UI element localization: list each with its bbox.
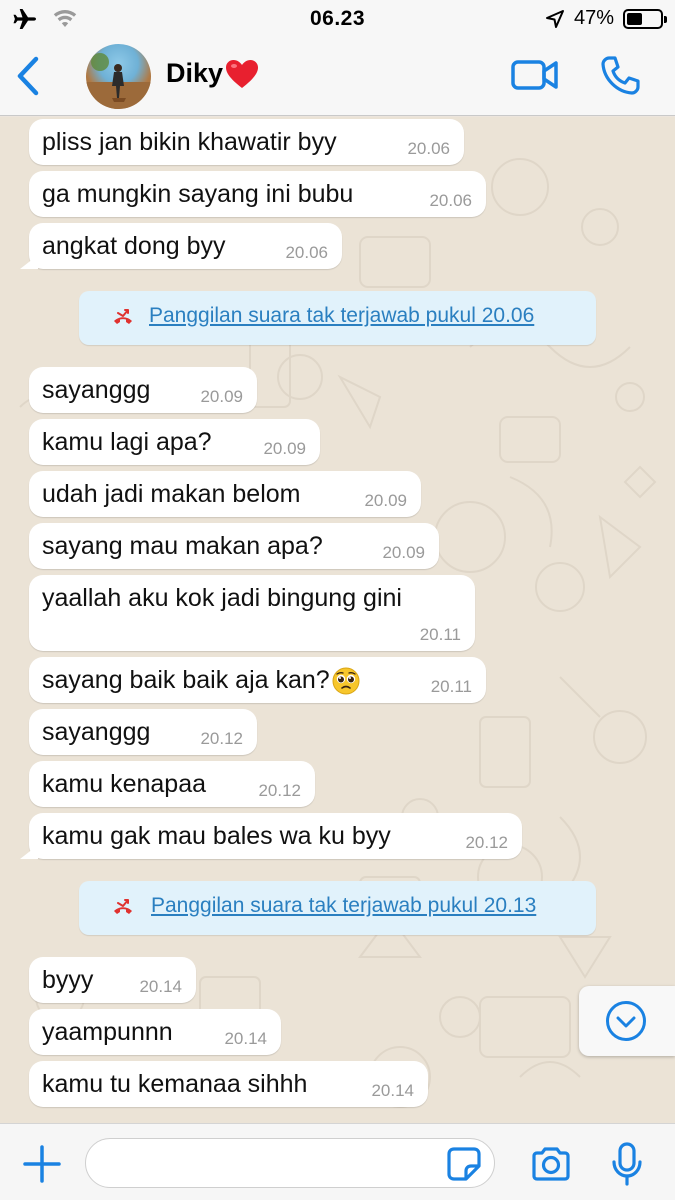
message-bubble[interactable]: kamu kenapaa 20.12 (29, 761, 315, 807)
message-time: 20.09 (364, 491, 407, 510)
back-button[interactable] (14, 54, 44, 98)
contact-name[interactable]: Diky (166, 58, 259, 89)
message-text-with-emoji: sayang baik baik aja kan? (42, 666, 360, 695)
message-text: sayanggg (42, 718, 151, 746)
message-text: kamu kenapaa (42, 770, 207, 798)
battery-icon (623, 8, 667, 29)
message-text: angkat dong byy (42, 232, 226, 260)
message-time: 20.14 (224, 1029, 267, 1048)
message-time: 20.06 (285, 243, 328, 262)
message-text: byyy (42, 966, 94, 994)
missed-call-icon (114, 309, 132, 324)
chevron-down-circle-icon (606, 1001, 646, 1041)
camera-icon (532, 1147, 570, 1181)
message-text: kamu tu kemanaa sihhh (42, 1070, 308, 1098)
message-bubble[interactable]: kamu lagi apa? 20.09 (29, 419, 320, 465)
message-bubble[interactable]: sayang mau makan apa? 20.09 (29, 523, 439, 569)
message-text: sayang mau makan apa? (42, 532, 323, 560)
message-bubble[interactable]: sayanggg 20.12 (29, 709, 257, 755)
message-time: 20.11 (419, 625, 461, 644)
message-text: sayang baik baik aja kan? (42, 666, 330, 694)
message-bubble[interactable]: ga mungkin sayang ini bubu 20.06 (29, 171, 486, 217)
missed-call-text: Panggilan suara tak terjawab pukul 20.13 (151, 894, 537, 917)
message-input-bar (0, 1123, 675, 1200)
plus-icon (23, 1145, 61, 1183)
voice-note-button[interactable] (612, 1142, 642, 1186)
chat-area[interactable]: pliss jan bikin khawatir byy 20.06 ga mu… (0, 117, 675, 1123)
message-text: kamu lagi apa? (42, 428, 212, 456)
message-text: ga mungkin sayang ini bubu (42, 180, 354, 208)
voice-call-icon (601, 56, 640, 95)
video-call-icon (511, 60, 558, 90)
chat-header: Diky (0, 38, 675, 116)
battery-level (627, 12, 643, 25)
message-bubble[interactable]: udah jadi makan belom 20.09 (29, 471, 421, 517)
message-time: 20.14 (139, 977, 182, 996)
message-time: 20.11 (430, 677, 472, 696)
message-text: yaallah aku kok jadi bingung gini (42, 584, 402, 612)
message-text: udah jadi makan belom (42, 480, 301, 508)
message-time: 20.06 (429, 191, 472, 210)
message-bubble[interactable]: angkat dong byy 20.06 (29, 223, 342, 269)
sticker-icon (447, 1147, 481, 1181)
message-text: kamu gak mau bales wa ku byy (42, 822, 391, 850)
avatar[interactable] (86, 44, 151, 109)
message-bubble[interactable]: pliss jan bikin khawatir byy 20.06 (29, 119, 464, 165)
attach-button[interactable] (22, 1144, 62, 1184)
message-bubble[interactable]: sayanggg 20.09 (29, 367, 257, 413)
message-time: 20.09 (200, 387, 243, 406)
pleading-face-icon (332, 667, 360, 694)
message-time: 20.09 (382, 543, 425, 562)
missed-call-notice[interactable]: Panggilan suara tak terjawab pukul 20.13 (79, 881, 596, 935)
battery-percentage: 47% (573, 7, 614, 29)
message-bubble[interactable]: byyy 20.14 (29, 957, 196, 1003)
message-bubble[interactable]: kamu gak mau bales wa ku byy 20.12 (29, 813, 522, 859)
message-bubble[interactable]: kamu tu kemanaa sihhh 20.14 (29, 1061, 428, 1107)
missed-call-text: Panggilan suara tak terjawab pukul 20.06 (149, 304, 535, 327)
message-bubble[interactable]: yaampunnn 20.14 (29, 1009, 281, 1055)
voice-call-button[interactable] (600, 55, 640, 95)
sticker-button[interactable] (446, 1146, 482, 1182)
message-time: 20.14 (371, 1081, 414, 1100)
message-time: 20.12 (465, 833, 508, 852)
missed-call-notice[interactable]: Panggilan suara tak terjawab pukul 20.06 (79, 291, 596, 345)
back-chevron-icon (17, 56, 39, 96)
message-bubble[interactable]: yaallah aku kok jadi bingung gini 20.11 (29, 575, 475, 651)
message-text: pliss jan bikin khawatir byy (42, 128, 337, 156)
message-text: yaampunnn (42, 1018, 173, 1046)
contact-name-text: Diky (166, 58, 224, 88)
location-arrow-icon (545, 9, 564, 28)
message-time: 20.06 (407, 139, 450, 158)
avatar-photo (86, 53, 151, 109)
message-input[interactable] (85, 1138, 495, 1188)
scroll-to-bottom-button[interactable] (579, 986, 675, 1056)
message-time: 20.12 (258, 781, 301, 800)
message-time: 20.12 (200, 729, 243, 748)
status-bar: 06.23 47% (0, 0, 675, 38)
status-bar-right: 47% (545, 7, 667, 30)
microphone-icon (612, 1142, 642, 1186)
message-bubble[interactable]: sayang baik baik aja kan? 20.11 (29, 657, 486, 703)
camera-button[interactable] (530, 1146, 572, 1182)
video-call-button[interactable] (510, 57, 560, 93)
missed-call-icon (114, 899, 132, 914)
message-text: sayanggg (42, 376, 151, 404)
message-time: 20.09 (263, 439, 306, 458)
red-heart-icon (226, 59, 259, 88)
